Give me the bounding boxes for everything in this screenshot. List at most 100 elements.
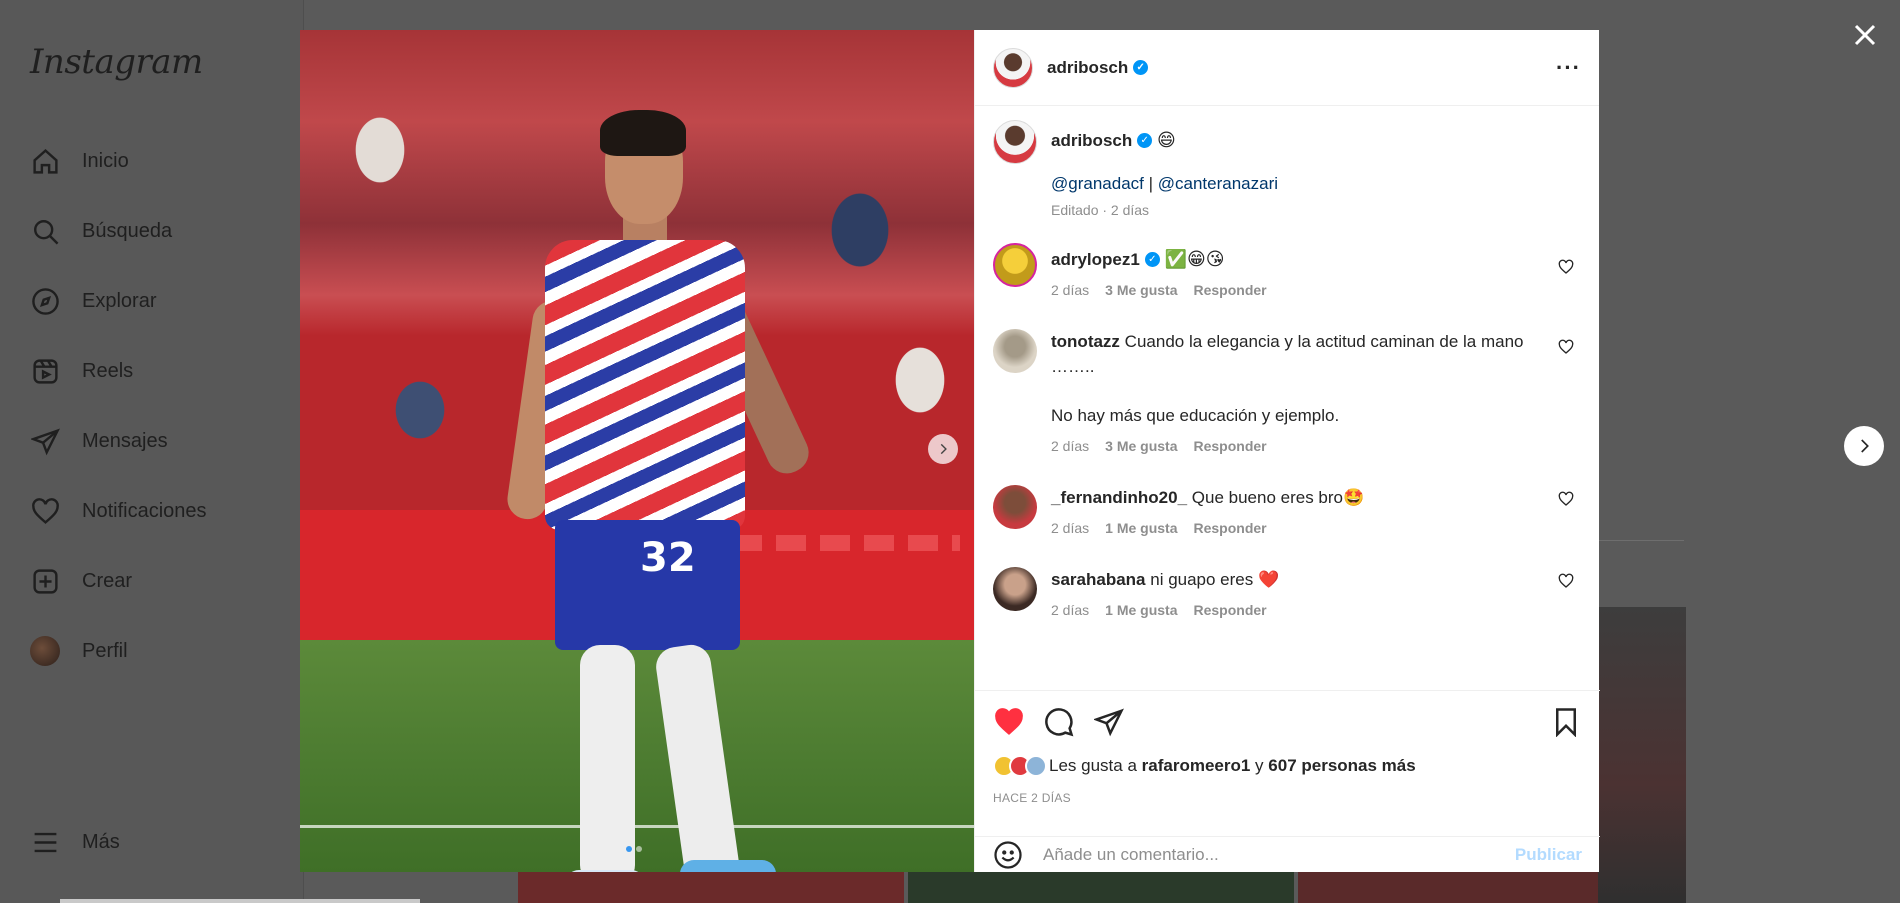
- scrollbar-strip: [60, 899, 420, 903]
- football-player: 32: [460, 80, 820, 872]
- comment-username[interactable]: _fernandinho20_: [1051, 488, 1187, 507]
- comment: adrylopez1 ✓ ✅😁😘 2 días 3 Me gusta Respon…: [993, 243, 1582, 303]
- mention-link[interactable]: @canteranazari: [1158, 174, 1278, 193]
- reels-icon: [30, 356, 60, 386]
- sidebar-item-label: Perfil: [82, 639, 128, 662]
- comment: _fernandinho20_ Que bueno eres bro🤩 2 dí…: [993, 485, 1582, 541]
- more-options-icon[interactable]: ···: [1556, 56, 1581, 78]
- sidebar-item-inicio[interactable]: Inicio: [30, 141, 129, 181]
- heart-icon[interactable]: [1558, 259, 1574, 275]
- comment-username[interactable]: adrylopez1: [1051, 250, 1140, 269]
- pagination-dot: [626, 846, 632, 852]
- bookmark-icon: [1556, 708, 1576, 737]
- sidebar-item-label: Notificaciones: [82, 499, 207, 522]
- likes-count[interactable]: 607 personas más: [1268, 756, 1415, 776]
- comment-likes[interactable]: 3 Me gusta: [1105, 278, 1177, 303]
- feed-divider: [1598, 540, 1684, 541]
- heart-icon[interactable]: [1558, 573, 1574, 589]
- post-time[interactable]: HACE 2 DÍAS: [993, 791, 1582, 805]
- share-button[interactable]: [1093, 706, 1125, 738]
- search-icon: [30, 216, 60, 246]
- post-modal: 32 adribosch ✓ ··· adribosch ✓ 😄 @granad…: [300, 30, 1600, 872]
- caption-emoji: 😄: [1156, 130, 1176, 151]
- comment-likes[interactable]: 1 Me gusta: [1105, 598, 1177, 623]
- reply-button[interactable]: Responder: [1194, 278, 1267, 303]
- next-post-button[interactable]: [1844, 426, 1884, 466]
- comment-text-line2: No hay más que educación y ejemplo.: [1051, 406, 1340, 425]
- sidebar-item-label: Búsqueda: [82, 219, 173, 242]
- comment-input[interactable]: [1043, 844, 1515, 865]
- avatar[interactable]: [993, 47, 1033, 88]
- avatar[interactable]: [993, 567, 1037, 611]
- comment-icon: [1045, 708, 1074, 737]
- publish-button[interactable]: Publicar: [1515, 845, 1582, 865]
- comment-time: 2 días: [1051, 602, 1090, 618]
- liker-avatars[interactable]: [993, 755, 1047, 777]
- comment-time: 2 días: [1051, 520, 1090, 536]
- liker-username[interactable]: rafaromeero1: [1142, 756, 1251, 776]
- comment-time: 2 días: [1051, 438, 1090, 454]
- comment-username[interactable]: sarahabana: [1051, 570, 1146, 589]
- sidebar-item-perfil[interactable]: Perfil: [30, 631, 128, 671]
- profile-avatar: [30, 636, 60, 666]
- sidebar-item-label: Inicio: [82, 149, 129, 172]
- feed-thumbnail: [1298, 870, 1598, 903]
- post-image[interactable]: 32: [300, 30, 974, 872]
- sidebar-item-label: Mensajes: [82, 429, 168, 452]
- sidebar-item-notificaciones[interactable]: Notificaciones: [30, 491, 207, 531]
- heart-icon[interactable]: [1558, 491, 1574, 507]
- heart-icon[interactable]: [1558, 339, 1574, 355]
- avatar[interactable]: [993, 329, 1037, 373]
- comments-list[interactable]: adribosch ✓ 😄 @granadacf | @canteranazari…: [975, 106, 1600, 690]
- edited-label: Editado · 2 días: [1051, 202, 1150, 218]
- feed-thumbnail: [1598, 607, 1686, 903]
- comment-likes[interactable]: 3 Me gusta: [1105, 434, 1177, 459]
- comment-likes[interactable]: 1 Me gusta: [1105, 516, 1177, 541]
- menu-icon: [30, 827, 60, 857]
- chevron-right-icon: [940, 443, 947, 455]
- comment-button[interactable]: [1043, 706, 1075, 738]
- avatar[interactable]: [993, 485, 1037, 529]
- comment-text: ✅😁😘: [1164, 249, 1225, 270]
- reply-button[interactable]: Responder: [1194, 598, 1267, 623]
- reply-button[interactable]: Responder: [1194, 434, 1267, 459]
- like-button[interactable]: [993, 706, 1025, 738]
- sidebar-item-busqueda[interactable]: Búsqueda: [30, 211, 172, 251]
- caption: adribosch ✓ 😄 @granadacf | @canteranazari…: [993, 120, 1582, 223]
- sidebar-item-mas[interactable]: Más: [30, 822, 120, 862]
- owner-username[interactable]: adribosch ✓: [1047, 58, 1149, 78]
- paper-plane-icon: [1094, 708, 1124, 737]
- close-icon[interactable]: [1848, 18, 1882, 52]
- mention-link[interactable]: @granadacf: [1051, 174, 1144, 193]
- sidebar-item-mensajes[interactable]: Mensajes: [30, 421, 168, 461]
- feed-thumbnail: [908, 870, 1294, 903]
- comment: sarahabana ni guapo eres ❤️ 2 días 1 Me …: [993, 567, 1582, 623]
- sidebar-item-label: Explorar: [82, 289, 157, 312]
- likes-summary: Les gusta a rafaromeero1 y 607 personas …: [993, 755, 1582, 777]
- save-button[interactable]: [1550, 706, 1582, 738]
- avatar[interactable]: [993, 243, 1037, 287]
- paper-plane-icon: [30, 426, 60, 456]
- comment-username[interactable]: tonotazz: [1051, 332, 1120, 351]
- caption-username[interactable]: adribosch: [1051, 131, 1132, 150]
- sidebar-item-reels[interactable]: Reels: [30, 351, 133, 391]
- post-header: adribosch ✓ ···: [975, 30, 1599, 106]
- heart-icon: [30, 496, 60, 526]
- avatar[interactable]: [993, 120, 1037, 164]
- sidebar: Instagram Inicio Búsqueda Explorar Reels…: [0, 0, 304, 903]
- verified-icon: ✓: [1133, 59, 1149, 75]
- comment-text: Cuando la elegancia y la actitud caminan…: [1051, 332, 1524, 376]
- heart-icon: [995, 708, 1023, 735]
- smiley-icon[interactable]: [993, 840, 1023, 870]
- sidebar-item-label: Más: [82, 830, 120, 853]
- comment-text: ni guapo eres ❤️: [1150, 570, 1280, 589]
- pagination-dot: [636, 846, 642, 852]
- sidebar-item-explorar[interactable]: Explorar: [30, 281, 156, 321]
- instagram-logo[interactable]: Instagram: [30, 42, 203, 82]
- reply-button[interactable]: Responder: [1194, 516, 1267, 541]
- sidebar-item-crear[interactable]: Crear: [30, 561, 132, 601]
- image-next-button[interactable]: [928, 434, 958, 464]
- verified-icon: ✓: [1137, 133, 1153, 149]
- image-pagination: [626, 846, 642, 852]
- comment: tonotazz Cuando la elegancia y la actitu…: [993, 329, 1582, 459]
